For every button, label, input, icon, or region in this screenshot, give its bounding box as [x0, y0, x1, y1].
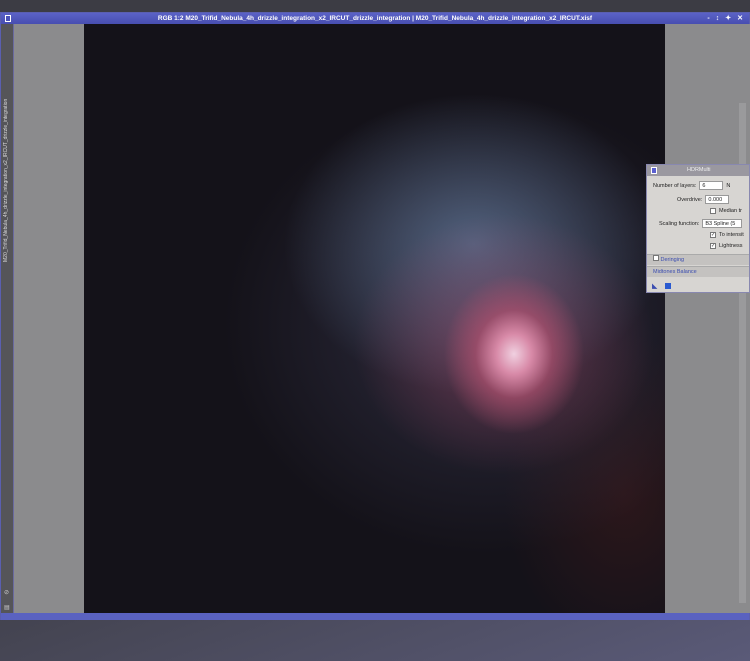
deringing-section[interactable]: Deringing	[647, 254, 749, 265]
nebula-image[interactable]	[84, 24, 665, 613]
shade-button[interactable]: -	[707, 13, 709, 24]
canvas-background	[14, 24, 85, 613]
pin-button[interactable]: ✦	[725, 13, 731, 24]
window-bottom-border	[1, 613, 749, 620]
lightness-checkbox[interactable]: ✓	[710, 243, 716, 249]
midtones-section[interactable]: Midtones Balance	[647, 266, 749, 277]
layers-label: Number of layers:	[653, 182, 697, 189]
deringing-label: Deringing	[660, 257, 685, 263]
scaling-select[interactable]: B3 Spline (5	[702, 219, 743, 228]
dialog-title-bar[interactable]: HDRMulti	[647, 165, 749, 176]
to-intensity-label: To intensit	[719, 232, 744, 238]
link-icon[interactable]: ⊘	[4, 589, 9, 596]
lightness-label: Lightness	[719, 243, 743, 249]
window-menu-icon[interactable]	[5, 15, 11, 22]
view-identifier: M20_Trifid_Nebula_4h_drizzle_integration…	[3, 98, 9, 262]
maximize-button[interactable]: ↕	[716, 13, 720, 24]
window-title: RGB 1:2 M20_Trifid_Nebula_4h_drizzle_int…	[157, 15, 593, 22]
dialog-title: HDRMulti	[687, 167, 711, 173]
overdrive-input[interactable]: 0.000	[705, 195, 730, 204]
view-side-tab[interactable]: M20_Trifid_Nebula_4h_drizzle_integration…	[1, 24, 14, 620]
layers-spinbox[interactable]: 6	[699, 181, 724, 190]
dialog-menu-icon[interactable]	[651, 167, 657, 174]
to-intensity-checkbox[interactable]: ✓	[710, 232, 716, 238]
lock-icon[interactable]: ▤	[4, 604, 10, 611]
deringing-checkbox[interactable]	[653, 255, 659, 261]
scaling-label: Scaling function:	[659, 220, 700, 227]
extra-label: N	[726, 182, 731, 189]
title-bar[interactable]: RGB 1:2 M20_Trifid_Nebula_4h_drizzle_int…	[1, 13, 749, 24]
overdrive-label: Overdrive:	[677, 196, 703, 203]
median-checkbox[interactable]	[710, 208, 716, 214]
canvas-background	[666, 24, 750, 613]
midtones-label: Midtones Balance	[653, 269, 697, 275]
desktop	[0, 0, 750, 12]
median-label: Median tr	[719, 208, 742, 214]
close-button[interactable]: ✕	[737, 13, 743, 24]
apply-icon[interactable]	[665, 283, 671, 289]
hdr-multiscale-dialog: HDRMulti Number of layers: 6 N Overdrive: 0…	[646, 164, 750, 293]
new-instance-icon[interactable]: ◣	[652, 282, 657, 290]
